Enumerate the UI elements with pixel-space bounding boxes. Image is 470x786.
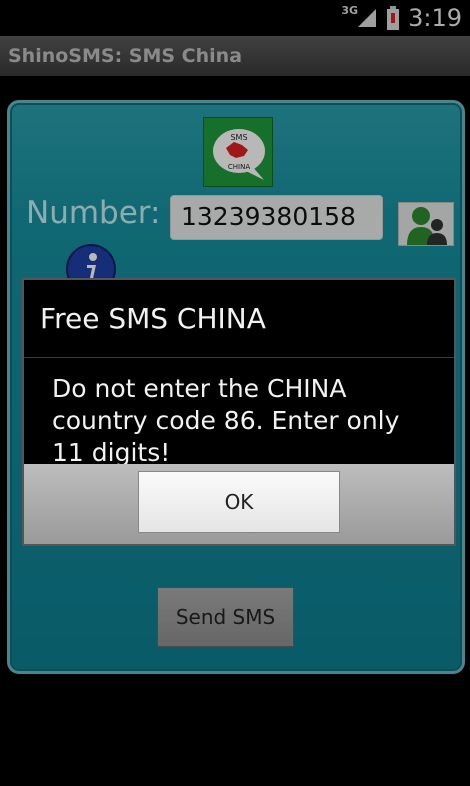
alert-dialog: Free SMS CHINA Do not enter the CHINA co…	[22, 278, 456, 546]
ok-button[interactable]: OK	[138, 471, 340, 533]
dialog-header: Free SMS CHINA	[24, 280, 454, 358]
dialog-message: Do not enter the CHINA country code 86. …	[52, 374, 400, 467]
dialog-footer: OK	[24, 464, 454, 544]
dialog-title: Free SMS CHINA	[40, 302, 266, 335]
